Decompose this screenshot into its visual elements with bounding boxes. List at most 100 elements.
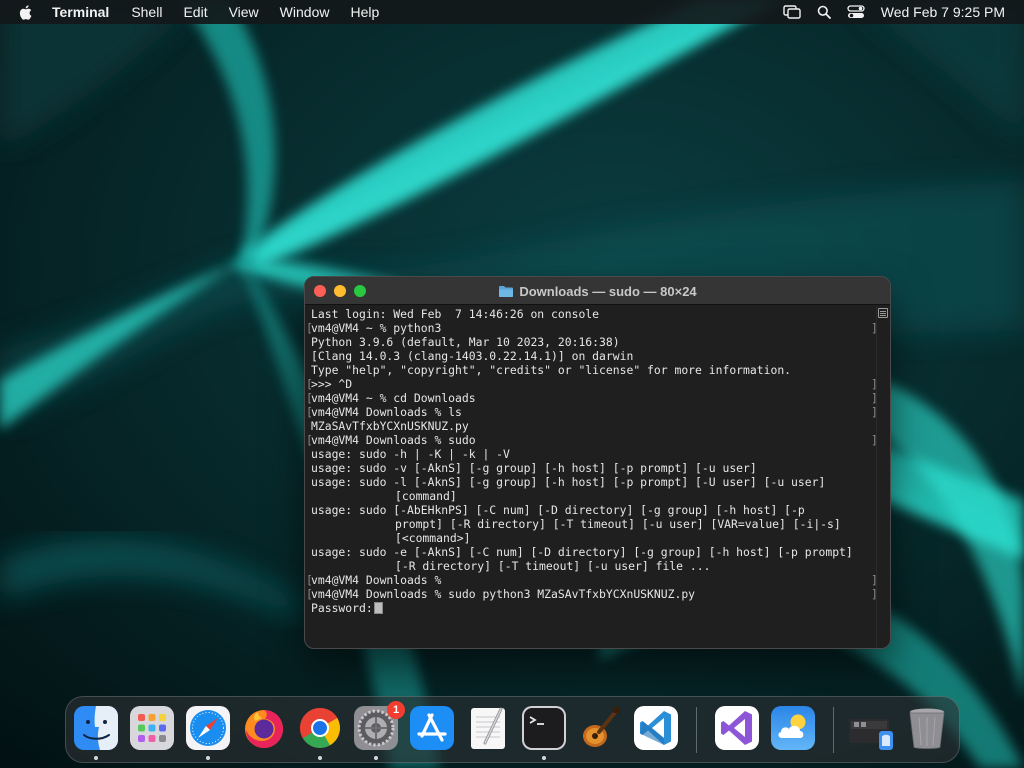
terminal-line: usage: sudo -e [-AknS] [-C num] [-D dire…: [311, 545, 878, 559]
control-center-icon[interactable]: [847, 0, 865, 24]
window-titlebar[interactable]: Downloads — sudo — 80×24: [305, 277, 890, 305]
window-title-text: Downloads — sudo — 80×24: [519, 283, 697, 299]
terminal-line-text: usage: sudo -e [-AknS] [-C num] [-D dire…: [311, 545, 853, 559]
dock-finder[interactable]: [73, 705, 119, 760]
terminal-scrollbar[interactable]: [876, 306, 890, 648]
dock-vscode[interactable]: [633, 705, 679, 751]
dock-system-settings[interactable]: 1: [353, 701, 405, 760]
launchpad-icon: [130, 706, 174, 750]
terminal-line: Python 3.9.6 (default, Mar 10 2023, 20:1…: [311, 335, 878, 349]
terminal-line-text: vm4@VM4 ~ % python3: [311, 321, 442, 335]
running-indicator: [94, 756, 98, 760]
menu-shell[interactable]: Shell: [131, 0, 162, 24]
vscode-icon: [634, 706, 678, 750]
dock-textedit[interactable]: [465, 705, 511, 751]
terminal-line: Last login: Wed Feb 7 14:46:26 on consol…: [311, 307, 878, 321]
terminal-line: [Clang 14.0.3 (clang-1403.0.22.14.1)] on…: [311, 349, 878, 363]
dock-app-store[interactable]: [409, 705, 455, 751]
window-title: Downloads — sudo — 80×24: [305, 277, 890, 305]
terminal-line-text: usage: sudo [-AbEHknPS] [-C num] [-D dir…: [311, 503, 805, 517]
running-indicator: [318, 756, 322, 760]
terminal-line-text: vm4@VM4 Downloads % sudo python3 MZaSAvT…: [311, 587, 696, 601]
menu-bar-clock[interactable]: Wed Feb 7 9:25 PM: [881, 4, 1005, 20]
terminal-line: prompt] [-R directory] [-T timeout] [-u …: [311, 517, 878, 531]
terminal-line: [>>> ^D]: [306, 377, 878, 391]
running-indicator: [374, 756, 378, 760]
dock-downloads-stack[interactable]: [848, 705, 894, 751]
terminal-line-text: Type "help", "copyright", "credits" or "…: [311, 363, 792, 377]
running-indicator: [206, 756, 210, 760]
terminal-line: usage: sudo -v [-AknS] [-g group] [-h ho…: [311, 461, 878, 475]
terminal-line: [vm4@VM4 Downloads %]: [306, 573, 878, 587]
trash-icon: [909, 708, 945, 749]
terminal-line-text: Password:: [311, 601, 383, 615]
terminal-line-text: prompt] [-R directory] [-T timeout] [-u …: [395, 517, 841, 531]
menu-edit[interactable]: Edit: [183, 0, 207, 24]
terminal-line-text: usage: sudo -l [-AknS] [-g group] [-h ho…: [311, 475, 826, 489]
firefox-icon: [245, 710, 283, 748]
terminal-line: [-R directory] [-T timeout] [-u user] fi…: [311, 559, 878, 573]
menu-window[interactable]: Window: [280, 0, 330, 24]
terminal-line-text: vm4@VM4 ~ % cd Downloads: [311, 391, 476, 405]
dock-separator: [696, 707, 697, 753]
scrollback-menu-icon[interactable]: [878, 308, 888, 318]
terminal-line: [command]: [311, 489, 878, 503]
dock-weather[interactable]: [770, 705, 816, 751]
terminal-line-text: [Clang 14.0.3 (clang-1403.0.22.14.1)] on…: [311, 349, 634, 363]
garageband-icon: [583, 707, 620, 747]
terminal-line: [vm4@VM4 Downloads % sudo python3 MZaSAv…: [306, 587, 878, 601]
terminal-line-text: MZaSAvTfxbYCXnUSKNUZ.py: [311, 419, 469, 433]
dock-launchpad[interactable]: [129, 705, 175, 751]
dock-separator: [833, 707, 834, 753]
terminal-line-text: vm4@VM4 Downloads % ls: [311, 405, 462, 419]
terminal-line: [vm4@VM4 ~ % python3]: [306, 321, 878, 335]
notification-badge: 1: [387, 701, 405, 719]
dock-terminal[interactable]: [521, 705, 567, 760]
terminal-line-text: usage: sudo -v [-AknS] [-g group] [-h ho…: [311, 461, 757, 475]
menu-app-name[interactable]: Terminal: [52, 0, 109, 24]
screen-mirroring-icon[interactable]: [783, 0, 801, 24]
terminal-line-text: [-R directory] [-T timeout] [-u user] fi…: [395, 559, 711, 573]
dock-chrome[interactable]: [297, 705, 343, 760]
terminal-line-text: Last login: Wed Feb 7 14:46:26 on consol…: [311, 307, 600, 321]
terminal-line-text: >>> ^D: [311, 377, 353, 391]
running-indicator: [542, 756, 546, 760]
dock-firefox[interactable]: [241, 705, 287, 751]
terminal-line: [vm4@VM4 ~ % cd Downloads]: [306, 391, 878, 405]
terminal-line-text: vm4@VM4 Downloads % sudo: [311, 433, 476, 447]
terminal-line-text: [command]: [395, 489, 457, 503]
text-cursor: [373, 602, 383, 614]
terminal-line: [<command>]: [311, 531, 878, 545]
terminal-line: usage: sudo -l [-AknS] [-g group] [-h ho…: [311, 475, 878, 489]
dock-trash[interactable]: [904, 705, 950, 751]
terminal-line-text: Python 3.9.6 (default, Mar 10 2023, 20:1…: [311, 335, 620, 349]
dock: 1: [65, 696, 960, 763]
terminal-line: MZaSAvTfxbYCXnUSKNUZ.py: [311, 419, 878, 433]
spotlight-search-icon[interactable]: [817, 0, 831, 24]
terminal-output[interactable]: Last login: Wed Feb 7 14:46:26 on consol…: [305, 306, 878, 648]
terminal-line: Password:: [311, 601, 878, 615]
dock-visual-studio[interactable]: [714, 705, 760, 751]
dock-safari[interactable]: [185, 705, 231, 760]
menu-view[interactable]: View: [229, 0, 259, 24]
terminal-line: usage: sudo [-AbEHknPS] [-C num] [-D dir…: [311, 503, 878, 517]
menu-bar: Terminal Shell Edit View Window Help Wed…: [0, 0, 1024, 24]
terminal-window[interactable]: Downloads — sudo — 80×24 Last login: Wed…: [304, 276, 891, 649]
app-store-icon: [410, 706, 454, 750]
terminal-line: [vm4@VM4 Downloads % sudo]: [306, 433, 878, 447]
downloads-stack-icon: [849, 719, 893, 750]
terminal-line: [vm4@VM4 Downloads % ls]: [306, 405, 878, 419]
terminal-line-text: [<command>]: [395, 531, 471, 545]
apple-icon[interactable]: [18, 3, 34, 21]
visual-studio-icon: [715, 706, 759, 750]
terminal-line-text: usage: sudo -h | -K | -k | -V: [311, 447, 510, 461]
textedit-icon: [471, 707, 505, 749]
dock-garageband[interactable]: [577, 705, 623, 751]
chrome-icon: [300, 708, 340, 748]
safari-icon: [186, 706, 230, 750]
weather-icon: [771, 706, 815, 750]
finder-icon: [74, 706, 118, 750]
menu-help[interactable]: Help: [350, 0, 379, 24]
terminal-line: usage: sudo -h | -K | -k | -V: [311, 447, 878, 461]
terminal-line-text: vm4@VM4 Downloads %: [311, 573, 442, 587]
